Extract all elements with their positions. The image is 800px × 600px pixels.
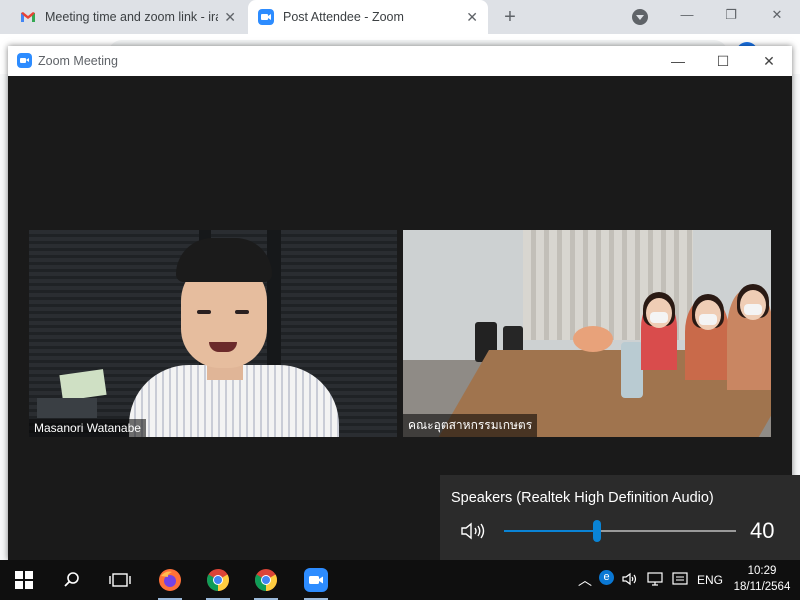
network-tray-icon[interactable] bbox=[647, 572, 665, 586]
keyboard-tray-icon[interactable] bbox=[672, 572, 688, 586]
zoom-titlebar: Zoom Meeting — ☐ ✕ bbox=[8, 46, 792, 76]
taskbar-zoom[interactable] bbox=[296, 560, 336, 600]
clock-date: 18/11/2564 bbox=[733, 581, 791, 593]
clock-time: 10:29 bbox=[747, 565, 777, 577]
minimize-icon[interactable]: — bbox=[672, 4, 702, 26]
input-language[interactable]: ENG bbox=[697, 573, 723, 587]
volume-slider-thumb[interactable] bbox=[592, 520, 601, 542]
close-window-icon[interactable]: ✕ bbox=[762, 4, 792, 26]
volume-flyout: Speakers (Realtek High Definition Audio)… bbox=[440, 475, 800, 560]
search-icon bbox=[64, 572, 79, 587]
participant-name-tag: คณะอุตสาหกรรมเกษตร bbox=[403, 414, 538, 437]
taskbar-clock[interactable]: 10:29 18/11/2564 bbox=[730, 563, 794, 595]
close-icon[interactable]: ✕ bbox=[754, 50, 784, 72]
tab-post-attendee-zoom[interactable]: Post Attendee - Zoom ✕ bbox=[248, 0, 488, 34]
zoom-icon bbox=[304, 568, 328, 592]
face-mask bbox=[699, 314, 717, 325]
video-tile-masanori[interactable]: Masanori Watanabe bbox=[29, 230, 397, 437]
face-mask bbox=[744, 304, 762, 315]
water-bottle bbox=[621, 342, 643, 398]
firefox-icon bbox=[159, 569, 181, 591]
participant-hair bbox=[176, 238, 272, 282]
maximize-icon[interactable]: ☐ bbox=[708, 50, 738, 72]
windows-logo-icon bbox=[15, 571, 33, 589]
edge-tray-icon[interactable]: e bbox=[599, 570, 614, 585]
audio-device-label[interactable]: Speakers (Realtek High Definition Audio) bbox=[451, 490, 714, 506]
speaker-icon[interactable] bbox=[460, 521, 486, 541]
volume-slider-fill bbox=[504, 530, 597, 532]
taskbar: ︿ e ENG 10:29 18/11/2564 bbox=[0, 560, 800, 600]
face-mask bbox=[650, 312, 668, 323]
volume-slider[interactable] bbox=[504, 520, 736, 542]
tab-title: Post Attendee - Zoom bbox=[283, 10, 404, 24]
taskbar-firefox[interactable] bbox=[150, 560, 190, 600]
video-tile-faculty[interactable]: คณะอุตสาหกรรมเกษตร bbox=[403, 230, 771, 437]
search-button[interactable] bbox=[52, 560, 92, 600]
close-tab-icon[interactable]: ✕ bbox=[224, 9, 236, 26]
browser-tab-strip: Meeting time and zoom link - ira ✕ Post … bbox=[0, 0, 800, 34]
flower-arrangement bbox=[573, 326, 613, 352]
tab-gmail[interactable]: Meeting time and zoom link - ira ✕ bbox=[10, 0, 246, 34]
participant-name-tag: Masanori Watanabe bbox=[29, 419, 146, 437]
participant-eye bbox=[235, 310, 249, 314]
zoom-icon bbox=[17, 53, 32, 68]
show-hidden-icons-icon[interactable]: ︿ bbox=[578, 570, 592, 590]
desk-object bbox=[37, 398, 97, 418]
task-view-icon bbox=[109, 573, 131, 587]
taskbar-chrome-2[interactable] bbox=[246, 560, 286, 600]
window-title: Zoom Meeting bbox=[38, 54, 118, 68]
zoom-icon bbox=[258, 9, 274, 25]
volume-level: 40 bbox=[750, 518, 775, 543]
start-button[interactable] bbox=[4, 560, 44, 600]
tab-search-icon[interactable] bbox=[632, 9, 648, 25]
gmail-icon bbox=[21, 12, 35, 22]
task-view-button[interactable] bbox=[100, 560, 140, 600]
volume-tray-icon[interactable] bbox=[622, 572, 638, 586]
tab-title: Meeting time and zoom link - ira bbox=[45, 10, 219, 24]
new-tab-button[interactable]: + bbox=[498, 5, 522, 29]
chrome-icon bbox=[255, 569, 277, 591]
chrome-icon bbox=[207, 569, 229, 591]
close-tab-icon[interactable]: ✕ bbox=[466, 9, 478, 26]
minimize-icon[interactable]: — bbox=[663, 50, 693, 72]
restore-icon[interactable]: ❐ bbox=[716, 4, 746, 26]
taskbar-chrome[interactable] bbox=[198, 560, 238, 600]
participant-eye bbox=[197, 310, 211, 314]
